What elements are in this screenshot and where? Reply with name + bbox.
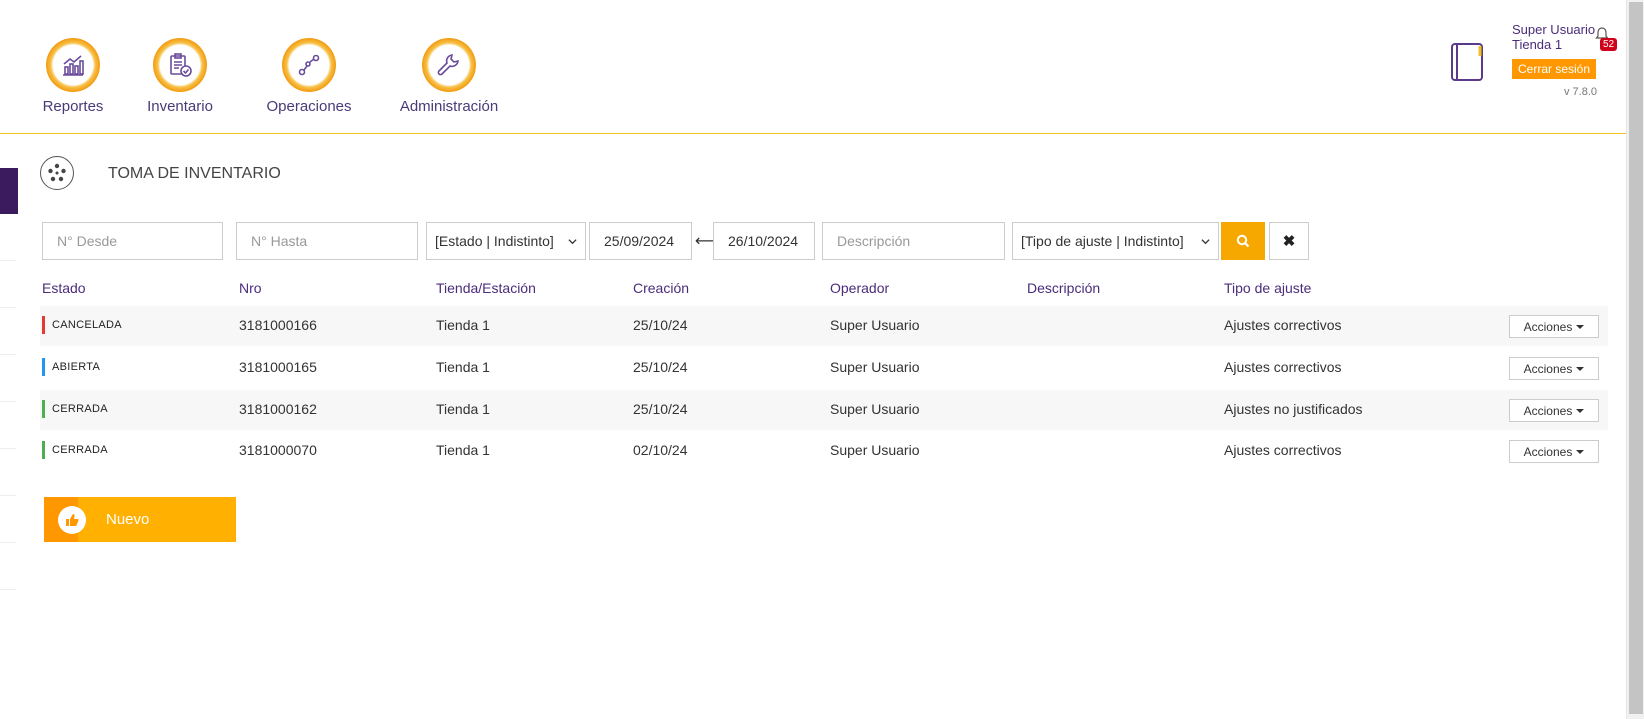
nuevo-label: Nuevo: [106, 511, 150, 528]
notification-badge: 52: [1600, 38, 1618, 51]
chevron-down-icon: [568, 238, 577, 244]
status-badge: ABIERTA: [42, 358, 100, 376]
estado-select[interactable]: [Estado | Indistinto]: [426, 222, 586, 260]
status-badge: CERRADA: [42, 400, 108, 418]
logout-button[interactable]: Cerrar sesión: [1512, 59, 1596, 79]
acciones-button[interactable]: Acciones: [1509, 399, 1599, 422]
scrollbar-thumb[interactable]: [1629, 2, 1643, 714]
nav-label: Administración: [399, 98, 499, 115]
clear-filters-button[interactable]: ✖: [1269, 222, 1309, 260]
close-icon: ✖: [1282, 233, 1296, 250]
cell-creacion: 25/10/24: [633, 359, 688, 375]
cell-tienda: Tienda 1: [436, 359, 490, 375]
cell-tipo-ajuste: Ajustes no justificados: [1224, 401, 1363, 417]
nav-item-inventario[interactable]: Inventario: [140, 38, 220, 115]
thumbs-up-icon: [58, 506, 86, 534]
nav-item-administracion[interactable]: Administración: [394, 38, 504, 115]
acciones-label: Acciones: [1523, 319, 1573, 334]
sidebar-collapsed: [0, 214, 16, 590]
caret-down-icon: [1576, 449, 1585, 454]
date-from-input[interactable]: 25/09/2024: [589, 222, 692, 260]
cell-nro: 3181000162: [239, 401, 317, 417]
column-header-tipo-ajuste: Tipo de ajuste: [1224, 280, 1312, 296]
status-badge: CERRADA: [42, 441, 108, 459]
column-header-tienda: Tienda/Estación: [436, 280, 536, 296]
caret-down-icon: [1576, 408, 1585, 413]
nav-label: Inventario: [147, 98, 213, 115]
version-label: v 7.8.0: [1564, 86, 1598, 98]
column-header-operador: Operador: [830, 280, 890, 296]
cell-tienda: Tienda 1: [436, 442, 490, 458]
chevron-down-icon: [1201, 238, 1210, 244]
cell-creacion: 02/10/24: [633, 442, 688, 458]
cell-nro: 3181000165: [239, 359, 317, 375]
tipo-ajuste-select-value: [Tipo de ajuste | Indistinto]: [1021, 233, 1184, 249]
acciones-label: Acciones: [1523, 444, 1573, 459]
cell-tienda: Tienda 1: [436, 317, 490, 333]
acciones-label: Acciones: [1523, 403, 1573, 418]
top-nav: Reportes Inventario Operaciones Administ…: [0, 0, 1626, 134]
caret-down-icon: [1576, 366, 1585, 371]
nav-item-reportes[interactable]: Reportes: [38, 38, 108, 115]
cell-creacion: 25/10/24: [633, 317, 688, 333]
wrench-icon: [422, 38, 476, 92]
table-row: ABIERTA 3181000165 Tienda 1 25/10/24 Sup…: [40, 348, 1608, 388]
date-to-input[interactable]: 26/10/2024: [713, 222, 815, 260]
search-button[interactable]: [1221, 222, 1265, 260]
acciones-button[interactable]: Acciones: [1509, 440, 1599, 463]
cell-operador: Super Usuario: [830, 359, 920, 375]
inventory-pinwheel-icon: [40, 156, 74, 190]
page: Reportes Inventario Operaciones Administ…: [0, 0, 1644, 719]
column-header-nro: Nro: [239, 280, 262, 296]
table-row: CERRADA 3181000162 Tienda 1 25/10/24 Sup…: [40, 390, 1608, 430]
route-icon: [282, 38, 336, 92]
caret-down-icon: [1576, 324, 1585, 329]
nro-hasta-input[interactable]: N° Hasta: [236, 222, 418, 260]
column-header-estado: Estado: [42, 280, 86, 296]
search-icon: [1236, 234, 1250, 248]
sidebar-toggle[interactable]: [0, 168, 18, 214]
cell-operador: Super Usuario: [830, 317, 920, 333]
chart-icon: [46, 38, 100, 92]
clipboard-check-icon: [153, 38, 207, 92]
table-row: CANCELADA 3181000166 Tienda 1 25/10/24 S…: [40, 306, 1608, 346]
tipo-ajuste-select[interactable]: [Tipo de ajuste | Indistinto]: [1012, 222, 1219, 260]
nav-label: Operaciones: [266, 98, 352, 115]
cell-nro: 3181000070: [239, 442, 317, 458]
book-icon[interactable]: [1450, 42, 1486, 82]
cell-operador: Super Usuario: [830, 442, 920, 458]
nav-item-operaciones[interactable]: Operaciones: [262, 38, 356, 115]
acciones-button[interactable]: Acciones: [1509, 315, 1599, 338]
cell-tipo-ajuste: Ajustes correctivos: [1224, 442, 1342, 458]
page-scrollbar[interactable]: [1626, 0, 1644, 719]
descripcion-input[interactable]: Descripción: [822, 222, 1005, 260]
column-header-creacion: Creación: [633, 280, 690, 296]
column-header-descripcion: Descripción: [1027, 280, 1101, 296]
nav-label: Reportes: [42, 98, 104, 115]
page-title: TOMA DE INVENTARIO: [108, 165, 281, 182]
estado-select-value: [Estado | Indistinto]: [435, 233, 554, 249]
cell-nro: 3181000166: [239, 317, 317, 333]
cell-tienda: Tienda 1: [436, 401, 490, 417]
acciones-label: Acciones: [1523, 361, 1573, 376]
cell-operador: Super Usuario: [830, 401, 920, 417]
cell-tipo-ajuste: Ajustes correctivos: [1224, 359, 1342, 375]
table-row: CERRADA 3181000070 Tienda 1 02/10/24 Sup…: [40, 431, 1608, 471]
cell-tipo-ajuste: Ajustes correctivos: [1224, 317, 1342, 333]
status-badge: CANCELADA: [42, 316, 122, 334]
cell-creacion: 25/10/24: [633, 401, 688, 417]
nuevo-button[interactable]: Nuevo: [44, 497, 236, 542]
acciones-button[interactable]: Acciones: [1509, 357, 1599, 380]
nro-desde-input[interactable]: N° Desde: [42, 222, 223, 260]
